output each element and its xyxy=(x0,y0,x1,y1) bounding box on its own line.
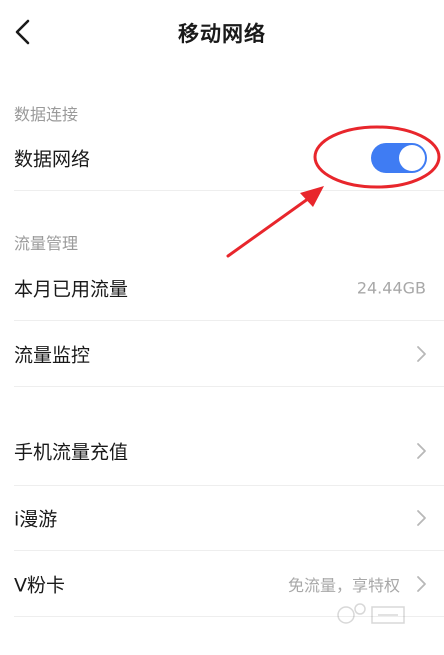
chevron-right-icon xyxy=(417,346,426,362)
monthly-usage-value: 24.44GB xyxy=(356,278,426,298)
traffic-monitor-label: 流量监控 xyxy=(14,344,91,367)
divider xyxy=(14,550,444,551)
divider xyxy=(14,190,444,191)
row-roaming[interactable]: i漫游 xyxy=(0,486,444,550)
recharge-label: 手机流量充值 xyxy=(14,441,129,464)
divider xyxy=(14,386,444,387)
chevron-right-icon xyxy=(417,443,426,459)
row-recharge[interactable]: 手机流量充值 xyxy=(0,419,444,483)
top-bar: 移动网络 xyxy=(0,0,444,64)
vcard-label: V粉卡 xyxy=(14,574,65,597)
section-header-traffic-management: 流量管理 xyxy=(14,234,79,253)
divider xyxy=(14,320,444,321)
row-traffic-monitor[interactable]: 流量监控 xyxy=(0,322,444,386)
row-vcard[interactable]: V粉卡 免流量，享特权 xyxy=(0,552,444,616)
roaming-label: i漫游 xyxy=(14,508,58,531)
page-title: 移动网络 xyxy=(178,22,266,46)
row-monthly-usage[interactable]: 本月已用流量 24.44GB xyxy=(0,256,444,320)
mobile-network-screen: 移动网络 数据连接 数据网络 流量管理 本月已用流量 24.44GB 流量监控 … xyxy=(0,0,444,655)
data-network-toggle[interactable] xyxy=(371,143,427,173)
section-header-data-connection: 数据连接 xyxy=(14,105,79,124)
chevron-right-icon xyxy=(417,576,426,592)
vcard-value: 免流量，享特权 xyxy=(287,576,400,595)
chevron-right-icon xyxy=(417,510,426,526)
toggle-knob xyxy=(399,145,425,171)
data-network-label: 数据网络 xyxy=(14,148,91,171)
monthly-usage-label: 本月已用流量 xyxy=(14,278,129,301)
annotation-arrow-shaft xyxy=(226,194,314,258)
divider xyxy=(14,616,444,617)
